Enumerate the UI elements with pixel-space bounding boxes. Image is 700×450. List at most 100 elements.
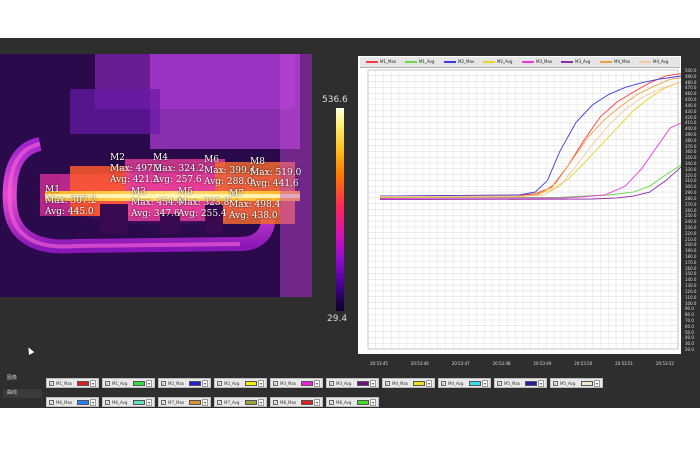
- channel-checkbox[interactable]: ✓: [329, 381, 334, 386]
- channel-chip-m5-max[interactable]: ✓ M5_Max ▾: [494, 378, 547, 388]
- channel-checkbox[interactable]: ✓: [217, 381, 222, 386]
- channel-chip-m2-max[interactable]: ✓ M2_Max ▾: [158, 378, 211, 388]
- channel-color-swatch[interactable]: [133, 381, 145, 386]
- chevron-down-icon[interactable]: ▾: [146, 399, 152, 406]
- channel-chip-m1-avg[interactable]: ✓ M1_Avg ▾: [102, 378, 155, 388]
- channel-color-swatch[interactable]: [413, 381, 425, 386]
- channel-checkbox[interactable]: ✓: [441, 381, 446, 386]
- channel-color-swatch[interactable]: [245, 400, 257, 405]
- chevron-down-icon[interactable]: ▾: [202, 399, 208, 406]
- marker-name: M5: [178, 187, 193, 197]
- channel-checkbox[interactable]: ✓: [105, 381, 110, 386]
- channel-color-swatch[interactable]: [525, 381, 537, 386]
- channel-color-swatch[interactable]: [133, 400, 145, 405]
- chevron-down-icon[interactable]: ▾: [314, 399, 320, 406]
- channel-checkbox[interactable]: ✓: [105, 400, 110, 405]
- channel-checkbox[interactable]: ✓: [497, 381, 502, 386]
- tab-image[interactable]: 图像: [3, 374, 42, 383]
- marker-avg: Avg: 438.0: [229, 211, 278, 221]
- channel-chip-m4-max[interactable]: ✓ M4_Max ▾: [382, 378, 435, 388]
- channel-chip-m4-avg[interactable]: ✓ M4_Avg ▾: [438, 378, 491, 388]
- channel-chip-m6-avg[interactable]: ✓ M6_Avg ▾: [102, 397, 155, 407]
- channel-checkbox[interactable]: ✓: [329, 400, 334, 405]
- channel-chip-m5-avg[interactable]: ✓ M5_Avg ▾: [550, 378, 603, 388]
- channel-checkbox[interactable]: ✓: [273, 381, 278, 386]
- channel-color-swatch[interactable]: [301, 400, 313, 405]
- marker-name: M8: [250, 157, 265, 167]
- chevron-down-icon[interactable]: ▾: [90, 399, 96, 406]
- thermal-image[interactable]: M1 Max: 507.2 Avg: 445.0 M2 Max: 497.2 A…: [0, 54, 312, 297]
- channel-name: M7_Max: [168, 400, 185, 405]
- y-tick-label: 470.0: [685, 85, 697, 91]
- chevron-down-icon[interactable]: ▾: [258, 380, 264, 387]
- chevron-down-icon[interactable]: ▾: [482, 380, 488, 387]
- channel-color-swatch[interactable]: [189, 381, 201, 386]
- chevron-down-icon[interactable]: ▾: [426, 380, 432, 387]
- channel-chip-m6-max[interactable]: ✓ M6_Max ▾: [46, 397, 99, 407]
- channel-color-swatch[interactable]: [77, 381, 89, 386]
- y-tick-label: 110.0: [685, 294, 697, 300]
- y-tick-label: 450.0: [685, 97, 697, 103]
- marker-avg: Avg: 257.6: [153, 175, 202, 185]
- y-tick-label: 30.0: [685, 341, 694, 347]
- channel-color-swatch[interactable]: [357, 381, 369, 386]
- chevron-down-icon[interactable]: ▾: [202, 380, 208, 387]
- channel-name: M6_Max: [56, 400, 73, 405]
- y-tick-label: 130.0: [685, 283, 697, 289]
- channel-checkbox[interactable]: ✓: [217, 400, 222, 405]
- channel-name: M2_Avg: [224, 381, 240, 386]
- y-tick-label: 230.0: [685, 224, 697, 230]
- channel-color-swatch[interactable]: [301, 381, 313, 386]
- channel-checkbox[interactable]: ✓: [49, 381, 54, 386]
- channel-color-swatch[interactable]: [469, 381, 481, 386]
- y-tick-label: 120.0: [685, 288, 697, 294]
- y-tick-label: 210.0: [685, 236, 697, 242]
- channel-chip-m3-max[interactable]: ✓ M3_Max ▾: [270, 378, 323, 388]
- channel-color-swatch[interactable]: [357, 400, 369, 405]
- channel-color-swatch[interactable]: [77, 400, 89, 405]
- y-tick-label: 220.0: [685, 230, 697, 236]
- y-tick-label: 310.0: [685, 178, 697, 184]
- chevron-down-icon[interactable]: ▾: [146, 380, 152, 387]
- temperature-chart[interactable]: [358, 56, 683, 354]
- y-tick-label: 390.0: [685, 131, 697, 137]
- tab-curve[interactable]: 曲线: [3, 389, 42, 398]
- channel-checkbox[interactable]: ✓: [161, 400, 166, 405]
- channel-chip-m7-max[interactable]: ✓ M7_Max ▾: [158, 397, 211, 407]
- channel-checkbox[interactable]: ✓: [49, 400, 54, 405]
- legend-swatch: [483, 61, 495, 63]
- channel-checkbox[interactable]: ✓: [385, 381, 390, 386]
- chevron-down-icon[interactable]: ▾: [370, 399, 376, 406]
- legend-swatch: [561, 61, 573, 63]
- chevron-down-icon[interactable]: ▾: [538, 380, 544, 387]
- channel-checkbox[interactable]: ✓: [161, 381, 166, 386]
- chevron-down-icon[interactable]: ▾: [594, 380, 600, 387]
- channel-color-swatch[interactable]: [189, 400, 201, 405]
- marker-name: M7: [229, 189, 244, 199]
- channel-checkbox[interactable]: ✓: [553, 381, 558, 386]
- chevron-down-icon[interactable]: ▾: [370, 380, 376, 387]
- legend-swatch: [366, 61, 378, 63]
- y-tick-label: 360.0: [685, 149, 697, 155]
- marker-m1: M1 Max: 507.2 Avg: 445.0: [45, 185, 96, 218]
- channel-chip-m7-avg[interactable]: ✓ M7_Avg ▾: [214, 397, 267, 407]
- channel-chip-m8-avg[interactable]: ✓ M8_Avg ▾: [326, 397, 379, 407]
- legend-label: M4_Max: [614, 59, 631, 64]
- channel-color-swatch[interactable]: [245, 381, 257, 386]
- y-tick-label: 380.0: [685, 137, 697, 143]
- legend-label: M1_Max: [380, 59, 397, 64]
- channel-chip-m8-max[interactable]: ✓ M8_Max ▾: [270, 397, 323, 407]
- x-tick-label: 20:53:52: [656, 361, 674, 366]
- marker-m6: M6 Max: 399.4 Avg: 288.0: [204, 155, 255, 188]
- channel-name: M2_Max: [168, 381, 185, 386]
- channel-chip-m2-avg[interactable]: ✓ M2_Avg ▾: [214, 378, 267, 388]
- channel-chip-m3-avg[interactable]: ✓ M3_Avg ▾: [326, 378, 379, 388]
- channel-chip-m1-max[interactable]: ✓ M1_Max ▾: [46, 378, 99, 388]
- chevron-down-icon[interactable]: ▾: [314, 380, 320, 387]
- chevron-down-icon[interactable]: ▾: [90, 380, 96, 387]
- channel-checkbox[interactable]: ✓: [273, 400, 278, 405]
- channel-color-swatch[interactable]: [581, 381, 593, 386]
- y-tick-label: 160.0: [685, 265, 697, 271]
- chevron-down-icon[interactable]: ▾: [258, 399, 264, 406]
- y-tick-label: 460.0: [685, 91, 697, 97]
